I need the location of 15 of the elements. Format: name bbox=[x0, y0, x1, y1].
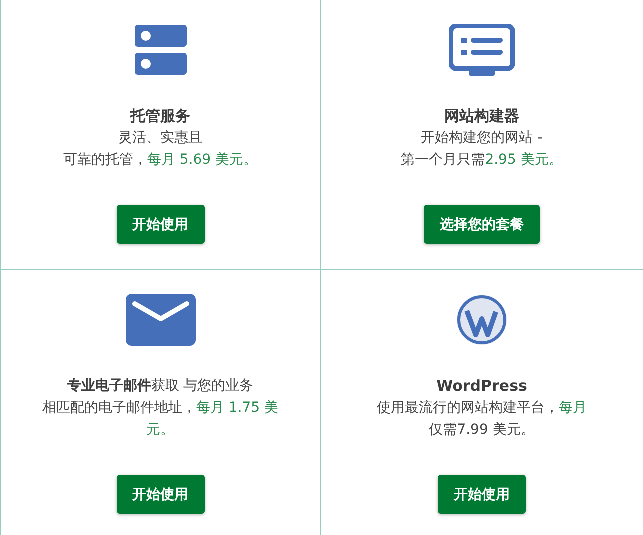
card-description: 使用最流行的网站构建平台，每月 仅需7.99 美元。 bbox=[377, 399, 587, 440]
start-button[interactable]: 开始使用 bbox=[116, 205, 204, 244]
card-description: 灵活、实惠且 可靠的托管，每月 5.69 美元。 bbox=[63, 129, 258, 170]
start-button[interactable]: 开始使用 bbox=[116, 475, 204, 514]
card-title: 网站构建器 bbox=[444, 106, 520, 127]
monitor-icon bbox=[449, 24, 515, 76]
card-description: 开始构建您的网站 - 第一个月只需2.95 美元。 bbox=[401, 129, 563, 170]
card-description: 专业电子邮件获取 与您的业务 相匹配的电子邮件地址，每月 1.75 美 元。 bbox=[42, 377, 279, 440]
start-button[interactable]: 选择您的套餐 bbox=[424, 205, 540, 244]
wordpress-logo-icon bbox=[456, 294, 508, 346]
start-button[interactable]: 开始使用 bbox=[438, 475, 526, 514]
server-icon bbox=[134, 24, 186, 76]
card-title: 托管服务 bbox=[129, 106, 192, 127]
card-title: WordPress bbox=[436, 376, 528, 397]
envelope-icon bbox=[126, 294, 196, 346]
